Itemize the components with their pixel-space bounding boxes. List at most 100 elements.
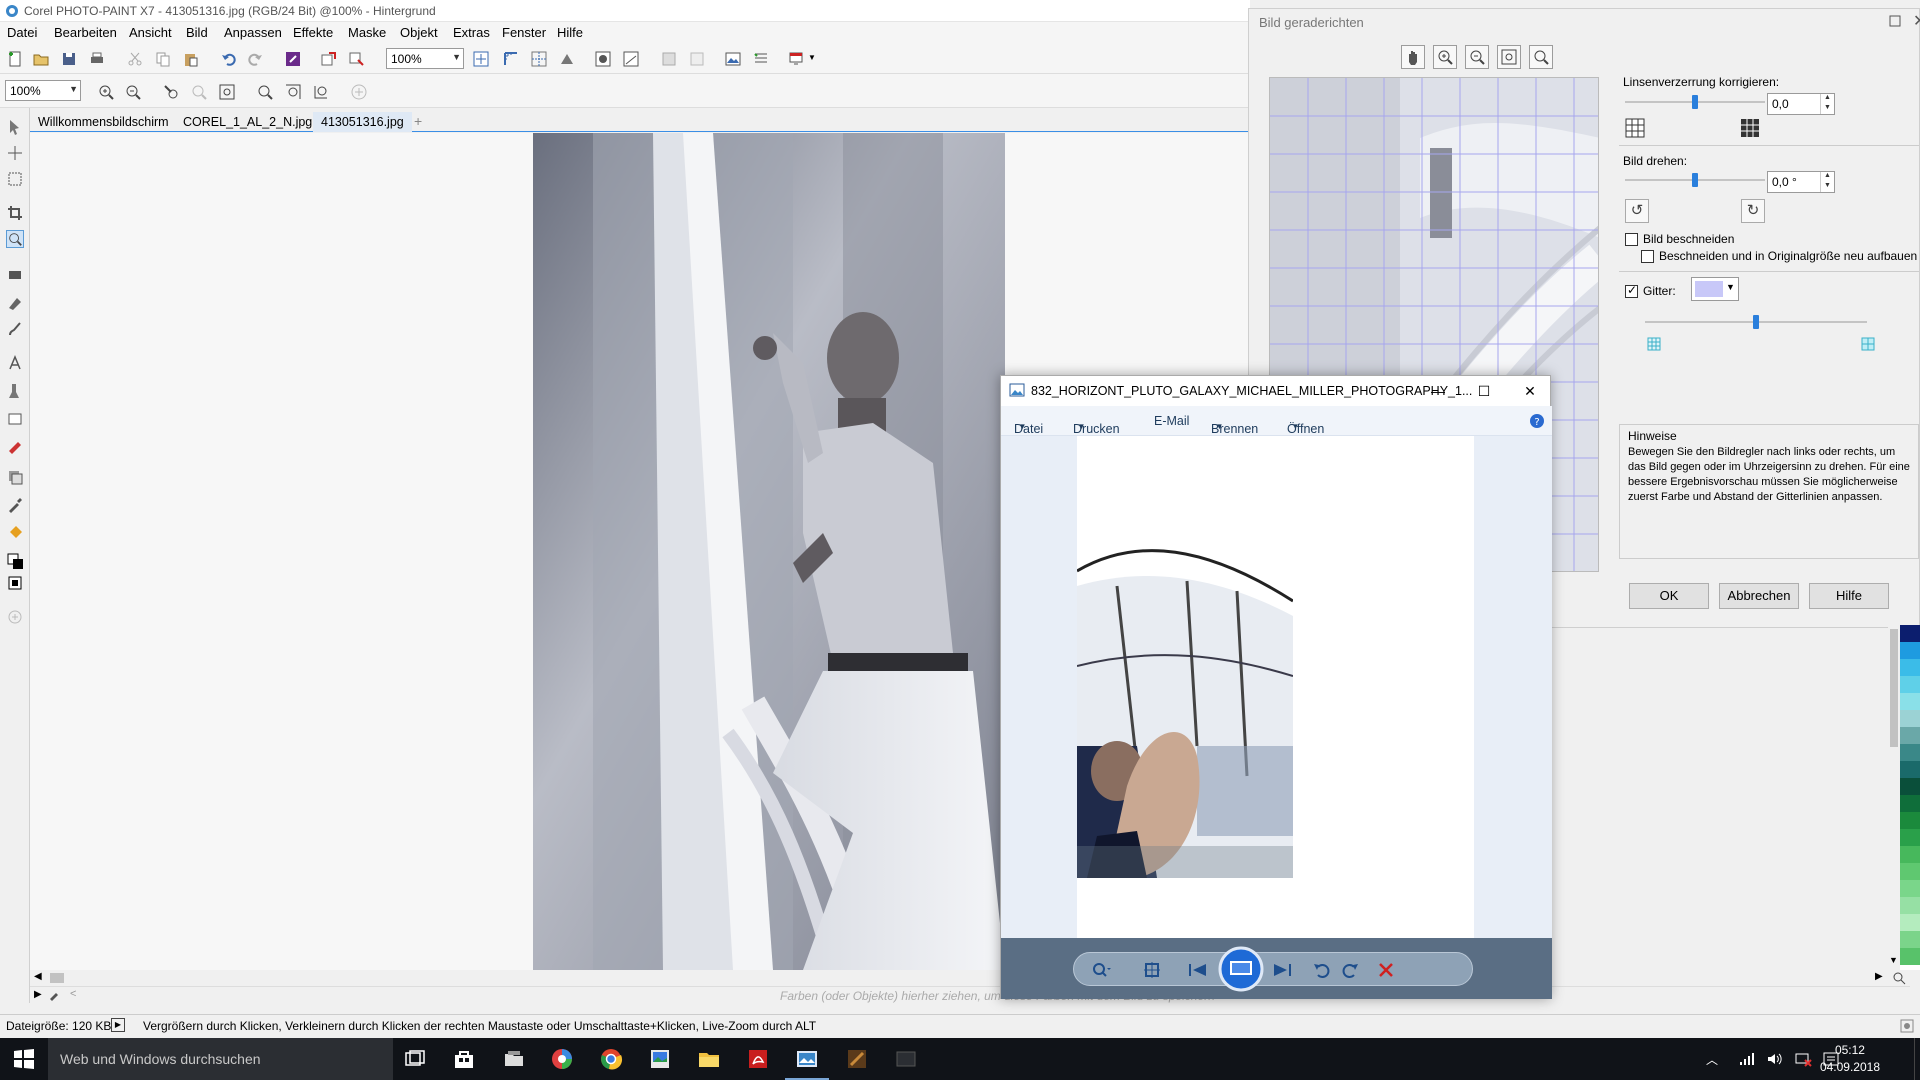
palette-swatch[interactable] [1900, 846, 1920, 863]
help-button[interactable]: Hilfe [1809, 583, 1889, 609]
palette-swatch[interactable] [1900, 693, 1920, 710]
mask-mode-icon[interactable] [6, 574, 24, 592]
lock-objects-icon[interactable] [688, 50, 706, 68]
zoom-page-icon[interactable] [312, 83, 330, 101]
vscroll-down-icon[interactable]: ▼ [1889, 955, 1898, 965]
print-icon[interactable] [88, 50, 106, 68]
paste-icon[interactable] [182, 50, 200, 68]
cut-icon[interactable] [126, 50, 144, 68]
rotate-clockwise-viewer-icon[interactable] [1340, 962, 1360, 978]
viewer-zoom-icon[interactable] [1092, 962, 1112, 978]
brush-tool-icon[interactable] [6, 320, 24, 338]
menu-bearbeiten[interactable]: Bearbeiten [54, 25, 117, 40]
menu-ansicht[interactable]: Ansicht [129, 25, 172, 40]
menu-fenster[interactable]: Fenster [502, 25, 546, 40]
red-eye-tool-icon[interactable] [6, 294, 24, 312]
eyedropper-tool-icon[interactable] [6, 496, 24, 514]
vertical-scrollbar[interactable]: ▼ [1888, 625, 1900, 970]
palette-swatch[interactable] [1900, 778, 1920, 795]
paint-tool-icon[interactable] [6, 436, 24, 454]
acrobat-icon[interactable] [746, 1047, 770, 1071]
palette-swatch[interactable] [1900, 744, 1920, 761]
new-file-icon[interactable] [6, 50, 24, 68]
crop-image-checkbox[interactable] [1625, 233, 1638, 246]
minimize-icon[interactable]: — [1415, 376, 1461, 406]
scroll-left-icon[interactable]: ◀ [34, 971, 42, 982]
next-image-icon[interactable] [1270, 962, 1294, 978]
spin-up-icon[interactable]: ▲ [1820, 172, 1834, 182]
palette-swatch[interactable] [1900, 897, 1920, 914]
zoom-100-icon[interactable] [190, 83, 208, 101]
taskbar-search[interactable]: Web und Windows durchsuchen [48, 1038, 393, 1080]
zoom-fit-height-icon[interactable] [284, 83, 302, 101]
save-icon[interactable] [60, 50, 78, 68]
transform-tool-icon[interactable] [6, 144, 24, 162]
ok-button[interactable]: OK [1629, 583, 1709, 609]
grid-color-picker[interactable]: ▼ [1691, 277, 1739, 301]
navigator-zoom-icon[interactable] [1892, 971, 1906, 985]
list-icon[interactable] [752, 50, 770, 68]
network-icon[interactable] [1738, 1051, 1756, 1067]
maximize-icon[interactable]: ☐ [1461, 376, 1507, 406]
volume-icon[interactable] [1766, 1051, 1784, 1067]
close-icon[interactable]: ✕ [1507, 376, 1553, 406]
export-icon[interactable] [348, 50, 366, 68]
palette-swatch[interactable] [1900, 676, 1920, 693]
full-screen-preview-icon[interactable] [472, 50, 490, 68]
rotate-counterclockwise-icon[interactable]: ↺ [1625, 199, 1649, 223]
scroll-thumb[interactable] [50, 973, 64, 983]
palette-swatch[interactable] [1900, 812, 1920, 829]
zoom-to-fit-icon[interactable] [218, 83, 236, 101]
grid-checkbox[interactable] [1625, 283, 1638, 298]
spin-up-icon[interactable]: ▲ [1820, 94, 1834, 104]
copy-icon[interactable] [154, 50, 172, 68]
previous-image-icon[interactable] [1186, 962, 1210, 978]
rulers-icon[interactable] [502, 50, 520, 68]
menu-extras[interactable]: Extras [453, 25, 490, 40]
show-desktop-button[interactable] [1914, 1038, 1920, 1080]
menu-anpassen[interactable]: Anpassen [224, 25, 282, 40]
palette-swatch[interactable] [1900, 863, 1920, 880]
zoom-property-select[interactable]: 100% ▼ [5, 80, 81, 101]
image-icon[interactable] [724, 50, 742, 68]
undo-icon[interactable] [220, 50, 238, 68]
preview-actual-size-icon[interactable] [1529, 45, 1553, 69]
zoom-to-selection-icon[interactable] [162, 83, 180, 101]
document-image[interactable] [533, 133, 1005, 970]
effect-tool-icon[interactable] [6, 382, 24, 400]
palette-scroll-left-icon[interactable]: < [70, 988, 76, 1000]
preview-zoom-in-icon[interactable] [1433, 45, 1457, 69]
rotate-counterclockwise-viewer-icon[interactable] [1312, 962, 1332, 978]
palette-swatch[interactable] [1900, 642, 1920, 659]
slideshow-icon[interactable] [1218, 946, 1264, 992]
spin-down-icon[interactable]: ▼ [1820, 104, 1834, 114]
palette-swatch[interactable] [1900, 914, 1920, 931]
photo-gallery-icon[interactable] [648, 1047, 672, 1071]
tab-413051316[interactable]: 413051316.jpg [313, 112, 412, 132]
palette-swatch[interactable] [1900, 829, 1920, 846]
color-palette[interactable] [1900, 625, 1920, 970]
add-plus-icon[interactable] [350, 83, 368, 101]
redo-icon[interactable] [246, 50, 264, 68]
scroll-right-icon[interactable]: ▶ [1875, 971, 1883, 982]
viewer-menu-email[interactable]: E-Mail [1154, 414, 1189, 428]
palette-swatch[interactable] [1900, 625, 1920, 642]
grid-spacing-thumb[interactable] [1753, 315, 1759, 329]
cancel-button[interactable]: Abbrechen [1719, 583, 1799, 609]
taskbar-app-icon[interactable] [894, 1047, 918, 1071]
palette-swatch[interactable] [1900, 710, 1920, 727]
palette-swatch[interactable] [1900, 727, 1920, 744]
palette-flyout-icon[interactable]: ▶ [34, 989, 42, 1000]
transparency-tool-icon[interactable] [6, 468, 24, 486]
eraser-tool-icon[interactable] [6, 266, 24, 284]
display-mute-icon[interactable] [1794, 1051, 1812, 1067]
menu-maske[interactable]: Maske [348, 25, 386, 40]
file-explorer-icon[interactable] [697, 1047, 721, 1071]
text-tool-icon[interactable] [6, 354, 24, 372]
preview-fit-icon[interactable] [1497, 45, 1521, 69]
picasa-icon[interactable] [550, 1047, 574, 1071]
tab-corel-1-al-2-n[interactable]: COREL_1_AL_2_N.jpg [175, 112, 320, 132]
launcher-dropdown-icon[interactable]: ▼ [808, 53, 816, 62]
rotate-image-thumb[interactable] [1692, 173, 1698, 187]
menu-hilfe[interactable]: Hilfe [557, 25, 583, 40]
